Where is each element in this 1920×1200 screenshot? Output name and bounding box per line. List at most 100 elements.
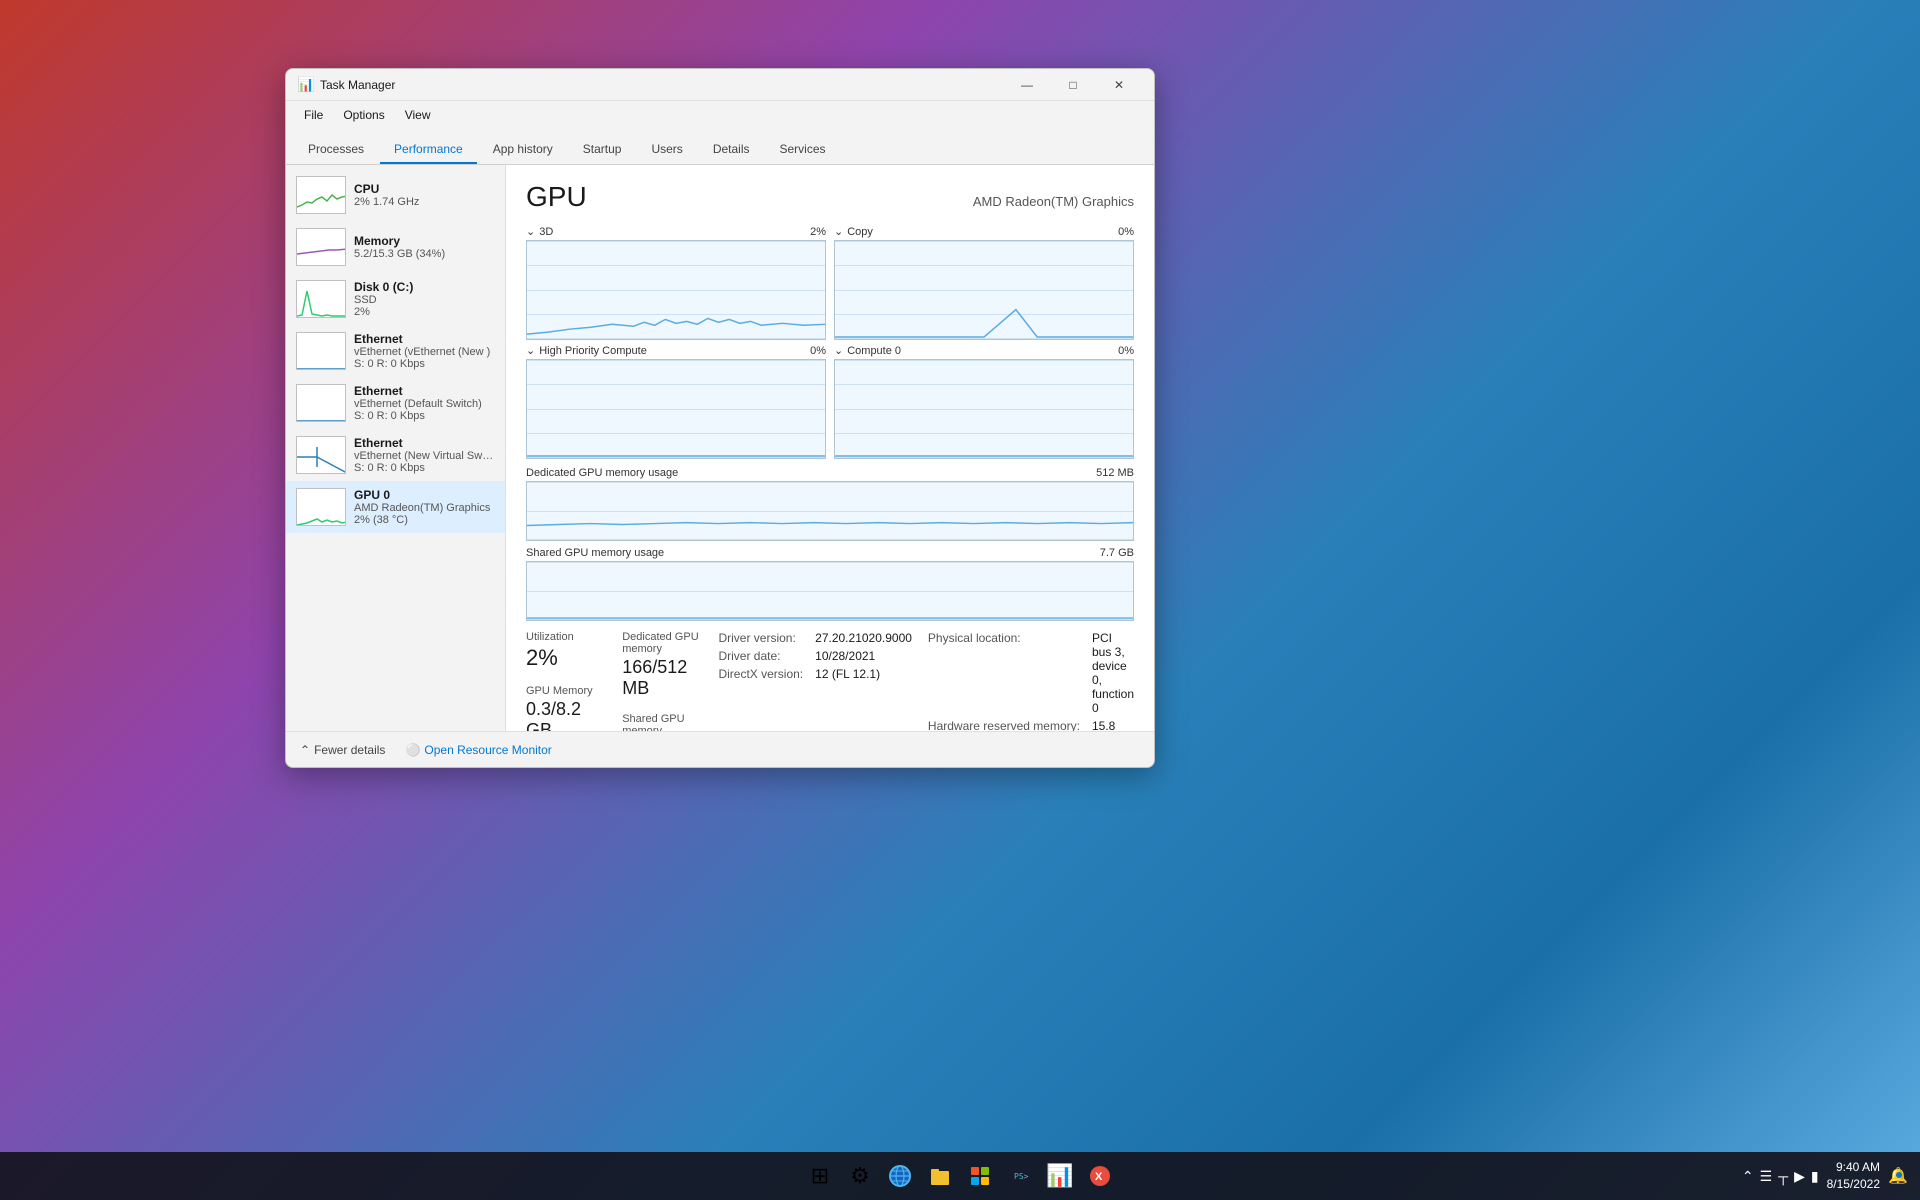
sidebar-item-disk[interactable]: Disk 0 (C:) SSD 2% bbox=[286, 273, 505, 325]
tab-services[interactable]: Services bbox=[766, 136, 840, 164]
gpu-panel: GPU AMD Radeon(TM) Graphics ⌄ 3D 2% bbox=[506, 165, 1154, 731]
memory-sub: 5.2/15.3 GB (34%) bbox=[354, 248, 495, 260]
menu-view[interactable]: View bbox=[395, 104, 441, 126]
ethernet3-sub1: vEthernet (New Virtual Switc... bbox=[354, 450, 495, 462]
ethernet2-sub1: vEthernet (Default Switch) bbox=[354, 398, 495, 410]
chart-hpc-collapse[interactable]: ⌄ High Priority Compute bbox=[526, 344, 647, 357]
ethernet3-thumb bbox=[296, 436, 346, 474]
stats-col2: Dedicated GPU memory 166/512 MB Shared G… bbox=[622, 631, 702, 731]
tab-processes[interactable]: Processes bbox=[294, 136, 378, 164]
wifi-icon[interactable]: ┬ bbox=[1778, 1168, 1788, 1184]
chart-hpc-section: ⌄ High Priority Compute 0% bbox=[526, 344, 826, 459]
chart-copy-collapse[interactable]: ⌄ Copy bbox=[834, 225, 873, 238]
notification-dot bbox=[1896, 1172, 1902, 1178]
chart-3d-section: ⌄ 3D 2% bbox=[526, 225, 826, 340]
shared-mem-label: Shared GPU memory usage bbox=[526, 547, 664, 559]
chevron-3d-icon: ⌄ bbox=[526, 225, 535, 238]
cpu-thumb bbox=[296, 176, 346, 214]
disk-name: Disk 0 (C:) bbox=[354, 280, 495, 294]
files-icon-taskbar[interactable] bbox=[922, 1158, 958, 1194]
cpu-info: CPU 2% 1.74 GHz bbox=[354, 182, 495, 208]
driver-date-val: 10/28/2021 bbox=[815, 649, 912, 663]
chart-3d-pct: 2% bbox=[810, 226, 826, 238]
tab-users[interactable]: Users bbox=[637, 136, 696, 164]
chevron-hpc-icon: ⌄ bbox=[526, 344, 535, 357]
gpu-title: GPU bbox=[526, 181, 587, 213]
ethernet1-name: Ethernet bbox=[354, 332, 495, 346]
resource-monitor-icon: ⚪ bbox=[405, 743, 420, 757]
gpu0-thumb bbox=[296, 488, 346, 526]
utilization-label: Utilization bbox=[526, 631, 606, 643]
sidebar-item-gpu0[interactable]: GPU 0 AMD Radeon(TM) Graphics 2% (38 °C) bbox=[286, 481, 505, 533]
chart-copy-svg bbox=[835, 241, 1133, 339]
window-controls: — □ ✕ bbox=[1004, 69, 1142, 101]
chart-hpc-box bbox=[526, 359, 826, 459]
sidebar: CPU 2% 1.74 GHz Memory 5.2/15.3 GB (34%) bbox=[286, 165, 506, 731]
tab-app-history[interactable]: App history bbox=[479, 136, 567, 164]
minimize-button[interactable]: — bbox=[1004, 69, 1050, 101]
gpu-memory-value: 0.3/8.2 GB bbox=[526, 699, 606, 731]
store-icon-taskbar[interactable] bbox=[962, 1158, 998, 1194]
taskbar-clock[interactable]: 9:40 AM 8/15/2022 bbox=[1827, 1159, 1880, 1193]
open-resource-monitor-link[interactable]: ⚪ Open Resource Monitor bbox=[405, 743, 551, 757]
utilization-stat: Utilization 2% bbox=[526, 631, 606, 671]
maximize-button[interactable]: □ bbox=[1050, 69, 1096, 101]
shared-mem-stat-label: Shared GPU memory bbox=[622, 713, 702, 731]
sidebar-item-cpu[interactable]: CPU 2% 1.74 GHz bbox=[286, 169, 505, 221]
sidebar-item-ethernet1[interactable]: Ethernet vEthernet (vEthernet (New ) S: … bbox=[286, 325, 505, 377]
ethernet2-info: Ethernet vEthernet (Default Switch) S: 0… bbox=[354, 384, 495, 422]
chart-3d-label: 3D bbox=[539, 226, 553, 238]
driver-version-val: 27.20.21020.9000 bbox=[815, 631, 912, 645]
terminal-icon-taskbar[interactable]: PS> bbox=[1002, 1158, 1038, 1194]
disk-pct: 2% bbox=[354, 306, 495, 318]
chevron-compute0-icon: ⌄ bbox=[834, 344, 843, 357]
taskmanager-icon-taskbar[interactable]: 📊 bbox=[1042, 1158, 1078, 1194]
tab-startup[interactable]: Startup bbox=[569, 136, 636, 164]
footer: ⌃ Fewer details ⚪ Open Resource Monitor bbox=[286, 731, 1154, 767]
chart-hpc-pct: 0% bbox=[810, 345, 826, 357]
tabbar: Processes Performance App history Startu… bbox=[286, 129, 1154, 165]
tab-details[interactable]: Details bbox=[699, 136, 764, 164]
sidebar-item-memory[interactable]: Memory 5.2/15.3 GB (34%) bbox=[286, 221, 505, 273]
xicon-taskbar[interactable]: X bbox=[1082, 1158, 1118, 1194]
ethernet2-name: Ethernet bbox=[354, 384, 495, 398]
app-icon: 📊 bbox=[298, 77, 314, 93]
stats-area: Utilization 2% GPU Memory 0.3/8.2 GB Ded… bbox=[526, 631, 1134, 731]
dedicated-mem-chart bbox=[526, 481, 1134, 541]
menu-options[interactable]: Options bbox=[333, 104, 394, 126]
chart-compute0-box bbox=[834, 359, 1134, 459]
close-button[interactable]: ✕ bbox=[1096, 69, 1142, 101]
chart-3d-collapse[interactable]: ⌄ 3D bbox=[526, 225, 553, 238]
fewer-details-button[interactable]: ⌃ Fewer details bbox=[300, 743, 385, 757]
settings-icon-taskbar[interactable]: ⚙ bbox=[842, 1158, 878, 1194]
physical-val: PCI bus 3, device 0, function 0 bbox=[1092, 631, 1134, 715]
volume-icon[interactable]: ▶ bbox=[1794, 1168, 1805, 1185]
utilization-value: 2% bbox=[526, 645, 606, 671]
svg-text:X: X bbox=[1095, 1171, 1103, 1183]
chart-hpc-label-row: ⌄ High Priority Compute 0% bbox=[526, 344, 826, 357]
driver-version-key: Driver version: bbox=[718, 631, 803, 645]
chart-compute0-collapse[interactable]: ⌄ Compute 0 bbox=[834, 344, 901, 357]
gpu0-info: GPU 0 AMD Radeon(TM) Graphics 2% (38 °C) bbox=[354, 488, 495, 526]
tab-performance[interactable]: Performance bbox=[380, 136, 477, 164]
memory-thumb bbox=[296, 228, 346, 266]
sidebar-item-ethernet2[interactable]: Ethernet vEthernet (Default Switch) S: 0… bbox=[286, 377, 505, 429]
dedicated-mem-max: 512 MB bbox=[1096, 467, 1134, 479]
battery-icon[interactable]: ▮ bbox=[1811, 1168, 1819, 1185]
chart-hpc-label: High Priority Compute bbox=[539, 345, 647, 357]
network-icon[interactable]: ☰ bbox=[1760, 1168, 1773, 1185]
menu-file[interactable]: File bbox=[294, 104, 333, 126]
cpu-name: CPU bbox=[354, 182, 495, 196]
browser-icon-taskbar[interactable] bbox=[882, 1158, 918, 1194]
taskbar-right: ⌃ ☰ ┬ ▶ ▮ 9:40 AM 8/15/2022 🔔 bbox=[1742, 1159, 1908, 1193]
shared-mem-max: 7.7 GB bbox=[1100, 547, 1134, 559]
disk-thumb bbox=[296, 280, 346, 318]
gpu0-name: GPU 0 bbox=[354, 488, 495, 502]
taskbar: ⊞ ⚙ bbox=[0, 1152, 1920, 1200]
desktop: 📊 Task Manager — □ ✕ File Options View P… bbox=[0, 0, 1920, 1200]
start-button[interactable]: ⊞ bbox=[802, 1158, 838, 1194]
chevron-up-icon[interactable]: ⌃ bbox=[1742, 1168, 1754, 1185]
sidebar-item-ethernet3[interactable]: Ethernet vEthernet (New Virtual Switc...… bbox=[286, 429, 505, 481]
notification-button[interactable]: 🔔 bbox=[1888, 1166, 1908, 1186]
shared-mem-stat: Shared GPU memory 0.1/7.7 GB bbox=[622, 713, 702, 731]
